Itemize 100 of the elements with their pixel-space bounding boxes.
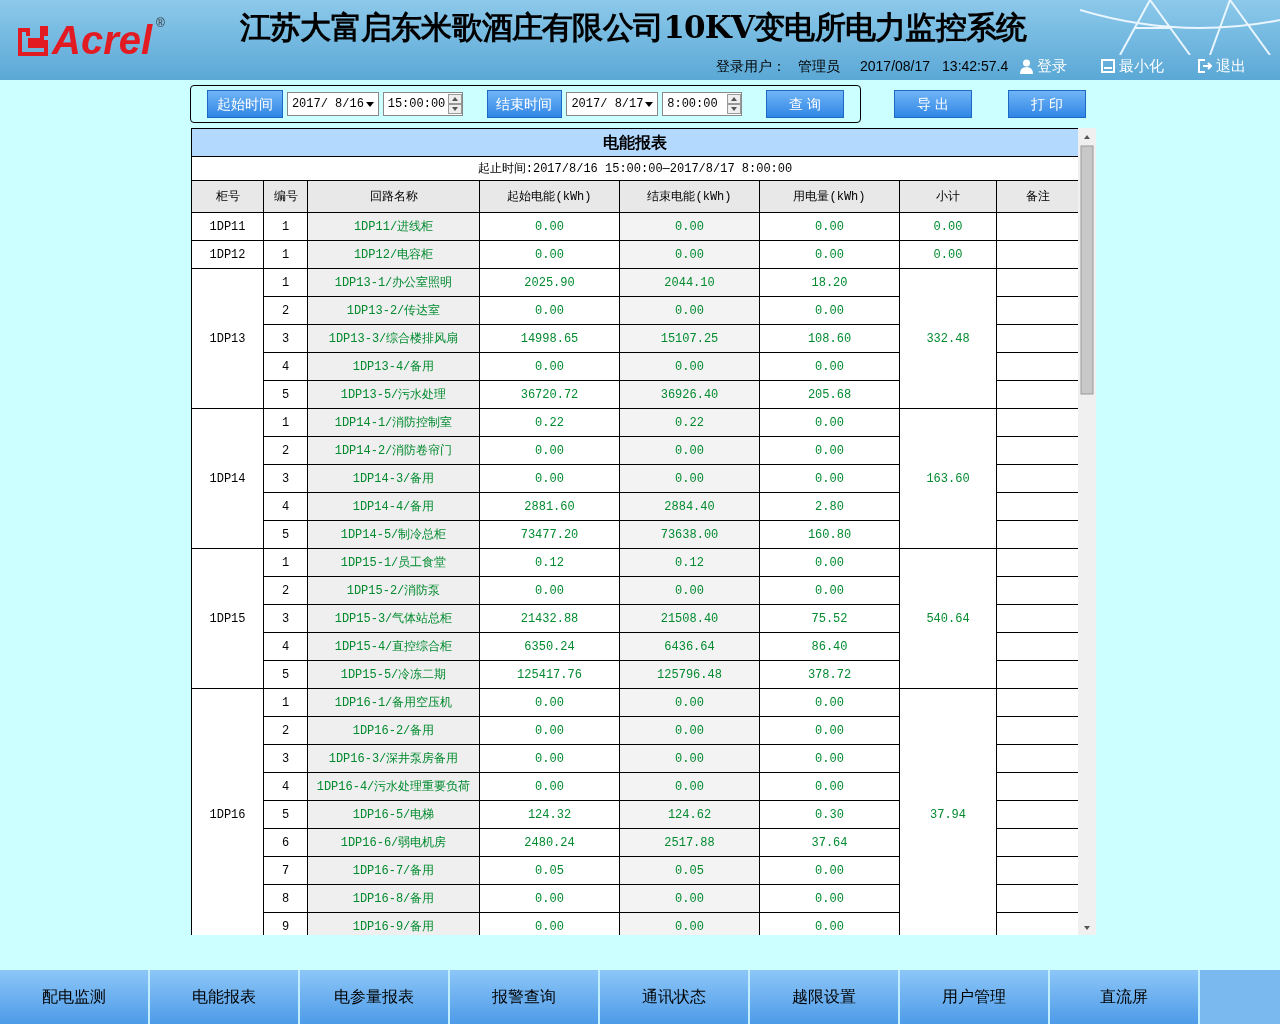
column-header: 小计 <box>899 180 997 213</box>
number-cell: 4 <box>263 492 308 521</box>
column-header: 起始电能(kWh) <box>479 180 620 213</box>
end-energy-cell: 73638.00 <box>619 520 760 549</box>
nav-tab[interactable]: 越限设置 <box>750 970 900 1024</box>
nav-tab[interactable]: 电能报表 <box>150 970 300 1024</box>
end-energy-cell: 2044.10 <box>619 268 760 297</box>
start-energy-cell: 0.00 <box>479 688 620 717</box>
number-cell: 3 <box>263 324 308 353</box>
column-header: 结束电能(kWh) <box>619 180 760 213</box>
end-energy-cell: 125796.48 <box>619 660 760 689</box>
start-energy-cell: 0.00 <box>479 744 620 773</box>
circuit-name-cell: 1DP13-2/传达室 <box>307 296 480 325</box>
start-energy-cell: 0.00 <box>479 240 620 269</box>
number-cell: 2 <box>263 576 308 605</box>
usage-cell: 0.00 <box>759 408 900 437</box>
start-energy-cell: 0.00 <box>479 772 620 801</box>
time-spinner[interactable]: 8:00:00 <box>662 92 743 116</box>
time-spinner[interactable]: 15:00:00 <box>382 92 463 116</box>
start-energy-cell: 0.22 <box>479 408 620 437</box>
number-cell: 6 <box>263 828 308 857</box>
circuit-name-cell: 1DP16-6/弱电机房 <box>307 828 480 857</box>
nav-tab[interactable]: 电参量报表 <box>300 970 450 1024</box>
end-energy-cell: 21508.40 <box>619 604 760 633</box>
dropdown-caret-icon <box>365 101 374 107</box>
cabinet-cell: 1DP15 <box>191 548 264 689</box>
start-energy-cell: 73477.20 <box>479 520 620 549</box>
start-energy-cell: 0.00 <box>479 464 620 493</box>
nav-tab[interactable]: 配电监测 <box>0 970 150 1024</box>
user-label: 登录用户： <box>716 56 786 76</box>
column-header: 用电量(kWh) <box>759 180 900 213</box>
number-cell: 5 <box>263 380 308 409</box>
usage-cell: 0.00 <box>759 688 900 717</box>
circuit-name-cell: 1DP13-3/综合楼排风扇 <box>307 324 480 353</box>
start-energy-cell: 125417.76 <box>479 660 620 689</box>
number-cell: 3 <box>263 604 308 633</box>
circuit-name-cell: 1DP15-5/冷冻二期 <box>307 660 480 689</box>
number-cell: 4 <box>263 632 308 661</box>
end-energy-cell: 6436.64 <box>619 632 760 661</box>
number-cell: 5 <box>263 520 308 549</box>
current-time: 13:42:57.4 <box>942 56 1009 76</box>
circuit-name-cell: 1DP16-2/备用 <box>307 716 480 745</box>
number-cell: 1 <box>263 548 308 577</box>
user-icon <box>1020 58 1034 74</box>
usage-cell: 0.00 <box>759 240 900 269</box>
start-energy-cell: 14998.65 <box>479 324 620 353</box>
nav-tab[interactable]: 直流屏 <box>1050 970 1200 1024</box>
circuit-name-cell: 1DP15-3/气体站总柜 <box>307 604 480 633</box>
start-energy-cell: 0.12 <box>479 548 620 577</box>
start-energy-cell: 2025.90 <box>479 268 620 297</box>
cabinet-cell: 1DP13 <box>191 268 264 409</box>
spin-arrows-icon <box>727 94 742 114</box>
circuit-name-cell: 1DP14-3/备用 <box>307 464 480 493</box>
report-title: 电能报表 <box>191 128 1078 157</box>
usage-cell: 0.00 <box>759 548 900 577</box>
nav-tab[interactable]: 报警查询 <box>450 970 600 1024</box>
number-cell: 4 <box>263 772 308 801</box>
start-energy-cell: 21432.88 <box>479 604 620 633</box>
circuit-name-cell: 1DP16-8/备用 <box>307 884 480 913</box>
date-picker[interactable]: 2017/ 8/17 <box>566 92 659 116</box>
start-energy-cell: 0.00 <box>479 352 620 381</box>
end-energy-cell: 0.00 <box>619 716 760 745</box>
number-cell: 2 <box>263 296 308 325</box>
circuit-name-cell: 1DP12/电容柜 <box>307 240 480 269</box>
circuit-name-cell: 1DP16-5/电梯 <box>307 800 480 829</box>
end-energy-cell: 36926.40 <box>619 380 760 409</box>
nav-tab[interactable]: 通讯状态 <box>600 970 750 1024</box>
end-energy-cell: 0.22 <box>619 408 760 437</box>
end-energy-cell: 0.00 <box>619 744 760 773</box>
end-energy-cell: 0.00 <box>619 212 760 241</box>
date-picker[interactable]: 2017/ 8/16 <box>286 92 379 116</box>
logo-text: Acrel <box>52 20 153 60</box>
number-cell: 5 <box>263 660 308 689</box>
end-energy-cell: 0.00 <box>619 352 760 381</box>
start-energy-cell: 2881.60 <box>479 492 620 521</box>
end-energy-cell: 0.00 <box>619 576 760 605</box>
dropdown-caret-icon <box>645 101 654 107</box>
column-header: 回路名称 <box>307 180 480 213</box>
current-date: 2017/08/17 <box>860 56 931 76</box>
circuit-name-cell: 1DP13-1/办公室照明 <box>307 268 480 297</box>
usage-cell: 0.00 <box>759 212 900 241</box>
start-energy-cell: 0.00 <box>479 436 620 465</box>
number-cell: 4 <box>263 352 308 381</box>
circuit-name-cell: 1DP16-7/备用 <box>307 856 480 885</box>
number-cell: 1 <box>263 408 308 437</box>
end-energy-cell: 0.00 <box>619 884 760 913</box>
number-cell: 3 <box>263 744 308 773</box>
column-header: 备注 <box>996 180 1078 213</box>
subtotal-cell: 37.94 <box>899 688 997 935</box>
nav-tab[interactable]: 用户管理 <box>900 970 1050 1024</box>
number-cell: 2 <box>263 436 308 465</box>
cabinet-cell: 1DP16 <box>191 688 264 935</box>
circuit-name-cell: 1DP13-5/污水处理 <box>307 380 480 409</box>
end-energy-cell: 2884.40 <box>619 492 760 521</box>
usage-cell: 18.20 <box>759 268 900 297</box>
number-cell: 1 <box>263 688 308 717</box>
number-cell: 1 <box>263 212 308 241</box>
start-energy-cell: 0.00 <box>479 576 620 605</box>
column-header: 柜号 <box>191 180 264 213</box>
circuit-name-cell: 1DP15-4/直控综合柜 <box>307 632 480 661</box>
